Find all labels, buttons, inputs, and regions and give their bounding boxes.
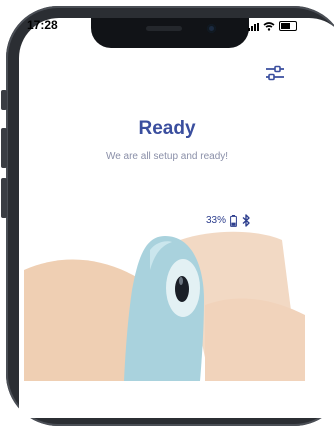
device-sensor-glint	[179, 277, 183, 285]
status-icons	[248, 21, 297, 31]
device-illustration	[24, 231, 305, 381]
phone-battery-icon	[279, 21, 297, 31]
page-title: Ready	[138, 118, 196, 139]
device-status: 33%	[206, 214, 251, 227]
battery-icon	[230, 214, 237, 227]
cellular-signal-icon	[248, 23, 259, 31]
wifi-icon	[263, 22, 275, 31]
page-subtitle: We are all setup and ready!	[105, 151, 229, 162]
device-battery-percent: 33%	[206, 215, 227, 226]
sliders-icon[interactable]	[264, 62, 286, 84]
status-time: 17:28	[27, 18, 58, 32]
bluetooth-icon	[242, 214, 250, 227]
skin-shape-right	[205, 298, 305, 381]
